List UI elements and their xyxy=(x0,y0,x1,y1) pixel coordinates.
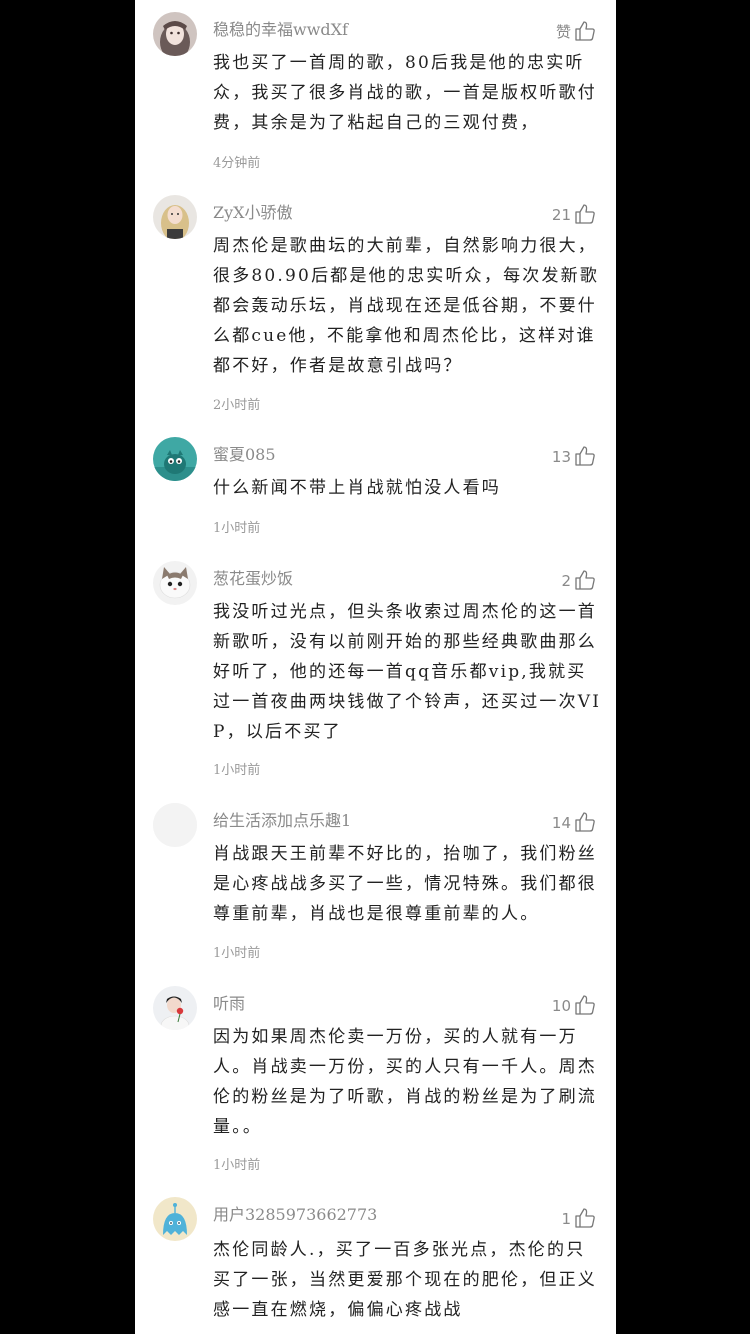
thumbs-up-icon xyxy=(574,569,596,591)
thumbs-up-icon xyxy=(574,20,596,42)
like-count: 14 xyxy=(551,814,571,832)
like-button[interactable]: 14 xyxy=(552,809,596,833)
comment-text: 因为如果周杰伦卖一万份，买的人就有一万人。肖战卖一万份，买的人只有一千人。周杰伦… xyxy=(213,1027,597,1137)
thumbs-up-icon xyxy=(574,1207,596,1229)
username[interactable]: ZyX小骄傲 xyxy=(213,199,293,223)
user-avatar[interactable] xyxy=(153,986,197,1030)
comment-time: 1小时前 xyxy=(213,521,261,536)
username[interactable]: 听雨 xyxy=(213,990,245,1014)
thumbs-up-icon xyxy=(574,994,596,1016)
like-count: 赞 xyxy=(555,23,571,41)
like-button[interactable]: 1 xyxy=(561,1205,596,1229)
like-count: 21 xyxy=(551,206,571,224)
comment-text: 我没听过光点，但头条收索过周杰伦的这一首新歌听，没有以前刚开始的那些经典歌曲那么… xyxy=(213,602,602,742)
user-avatar[interactable] xyxy=(153,561,197,605)
comment-time: 2小时前 xyxy=(213,398,261,413)
comment-text: 周杰伦是歌曲坛的大前辈，自然影响力很大，很多80.90后都是他的忠实听众，每次发… xyxy=(213,236,600,376)
user-avatar[interactable] xyxy=(153,12,197,56)
like-count: 13 xyxy=(551,448,571,466)
comment-text: 肖战跟天王前辈不好比的，抬咖了，我们粉丝是心疼战战多买了一些，情况特殊。我们都很… xyxy=(213,844,597,924)
like-count: 10 xyxy=(551,997,571,1015)
username[interactable]: 用户3285973662773 xyxy=(213,1201,377,1225)
like-button[interactable]: 2 xyxy=(561,567,596,591)
comment-time: 1小时前 xyxy=(213,1158,261,1173)
thumbs-up-icon xyxy=(574,811,596,833)
username[interactable]: 稳稳的幸福wwdXf xyxy=(213,16,348,40)
comment-text: 什么新闻不带上肖战就怕没人看吗 xyxy=(213,478,501,498)
comment-text: 杰伦同龄人.，买了一百多张光点，杰伦的只买了一张，当然更爱那个现在的肥伦，但正义… xyxy=(213,1240,597,1320)
user-avatar[interactable] xyxy=(153,195,197,239)
username[interactable]: 葱花蛋炒饭 xyxy=(213,565,293,589)
like-button[interactable]: 13 xyxy=(552,443,596,467)
user-avatar[interactable] xyxy=(153,1197,197,1241)
username[interactable]: 给生活添加点乐趣1 xyxy=(213,807,351,831)
user-avatar[interactable] xyxy=(153,803,197,847)
like-count: 1 xyxy=(561,1210,571,1228)
thumbs-up-icon xyxy=(574,445,596,467)
comment-text: 我也买了一首周的歌，80后我是他的忠实听众，我买了很多肖战的歌，一首是版权听歌付… xyxy=(213,53,597,133)
like-count: 2 xyxy=(561,572,571,590)
comment-time: 4分钟前 xyxy=(213,156,261,171)
comment-time: 1小时前 xyxy=(213,763,261,778)
like-button[interactable]: 21 xyxy=(552,201,596,225)
thumbs-up-icon xyxy=(574,203,596,225)
username[interactable]: 蜜夏085 xyxy=(213,441,276,465)
user-avatar[interactable] xyxy=(153,437,197,481)
like-button[interactable]: 10 xyxy=(552,992,596,1016)
comment-time: 1小时前 xyxy=(213,946,261,961)
like-button[interactable]: 赞 xyxy=(556,18,596,42)
comment-list: 稳稳的幸福wwdXf 赞 我也买了一首周的歌，80后我是他的忠实听众，我买了很多… xyxy=(135,0,616,1334)
